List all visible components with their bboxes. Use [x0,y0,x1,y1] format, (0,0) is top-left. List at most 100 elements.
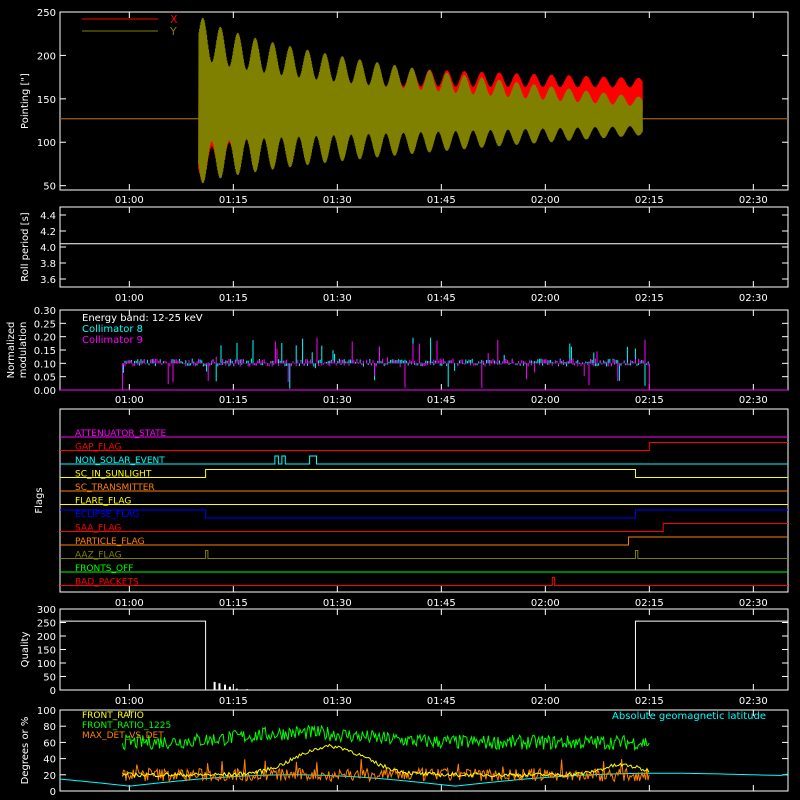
plot-frame [59,206,789,288]
modulation-legend-2: Collimator 9 [82,335,143,346]
modulation-legend-0: Energy band: 12-25 keV [82,313,203,324]
plot-frame [59,408,789,593]
front-legend-0: FRONT_RATIO [82,711,144,721]
x-tick-label: 02:30 [739,598,768,609]
flags-panel: 01:00 01:15 01:30 01:45 02:00 02:15 02:30 Flags… [34,408,789,609]
y-tick-label: 4.0 [40,243,56,254]
x-tick-label: 02:00 [531,293,560,304]
y-tick-label: 50 [43,673,56,684]
y-tick-label: 150 [37,646,56,657]
flag-saa-flag-line [60,523,788,532]
x-tick-label: 01:45 [427,696,456,707]
x-tick-label: 01:00 [115,293,144,304]
front-ratio-panel: 0 20 40 60 80 100 Degrees or % FRONT_RATIOFRONT… [20,706,789,798]
y-tick-label: 200 [37,51,56,62]
x-tick-label: 01:15 [219,598,248,609]
y-tick-label: 100 [37,659,56,670]
x-tick-label: 01:00 [115,598,144,609]
y-tick-label: 3.6 [40,275,56,286]
x-tick-label: 01:15 [219,696,248,707]
x-tick-label: 01:15 [219,195,248,206]
x-tick-label: 01:15 [219,395,248,406]
y-tick-label: 100 [37,706,56,717]
x-tick-label: 02:00 [531,696,560,707]
flag-gap-flag-line [60,442,788,451]
y-axis-label: Flags [34,487,45,513]
x-tick-label: 02:15 [635,598,664,609]
y-axis-label: Degrees or % [20,717,31,785]
front-legend-1: FRONT_RATIO_1225 [82,721,171,731]
x-tick-label: 02:00 [531,195,560,206]
flag-eclipse-flag-line [60,509,788,519]
y-tick-label: 100 [37,138,56,149]
x-tick-label: 02:00 [531,598,560,609]
y-tick-label: 200 [37,632,56,643]
y-tick-label: 0.00 [34,386,56,397]
roll-period-panel: 01:00 01:15 01:30 01:45 02:00 02:15 02:30 3.6 3.… [20,206,789,304]
front-ratio-1225-line [121,724,650,752]
y-axis-label: Quality [20,632,31,668]
flag-particle-flag-line [60,536,788,546]
x-tick-label: 02:15 [635,395,664,406]
x-tick-label: 01:30 [323,293,352,304]
y-tick-label: 20 [43,771,56,782]
flag-eclipse-flag-label: ECLIPSE_FLAG [75,510,139,520]
y-tick-label: 50 [43,182,56,193]
x-tick-label: 02:15 [635,293,664,304]
y-tick-label: 0.30 [34,306,56,317]
pointing-panel: 01:00 01:15 01:30 01:45 02:00 02:15 02:30 50 100… [20,8,789,206]
x-tick-label: 01:30 [323,395,352,406]
y-tick-label: 4.4 [40,211,56,222]
x-tick-label: 02:30 [739,293,768,304]
modulation-panel: 01:00 01:15 01:30 01:45 02:00 02:15 02:30 0.00 0… [6,306,789,406]
flag-non-solar-event-line [60,455,788,465]
x-tick-label: 01:45 [427,195,456,206]
front-legend-2: MAX_DET_VS_DET [82,731,164,741]
x-tick-label: 02:30 [739,696,768,707]
y-axis-label: modulation [18,322,29,379]
x-tick-label: 01:00 [115,696,144,707]
y-tick-label: 60 [43,738,56,749]
series-y-line [198,17,643,184]
y-tick-label: 80 [43,722,56,733]
y-tick-label: 0.05 [34,373,56,384]
y-tick-label: 0.10 [34,359,56,370]
x-tick-label: 02:15 [635,195,664,206]
quality-panel: 01:00 01:15 01:30 01:45 02:00 02:15 02:30 0 50 10… [20,605,789,707]
x-tick-label: 02:00 [531,395,560,406]
y-tick-label: 250 [37,8,56,19]
y-axis-label: Normalized [6,322,17,379]
x-tick-label: 02:15 [635,696,664,707]
x-tick-label: 01:30 [323,696,352,707]
x-tick-label: 01:30 [323,598,352,609]
y-tick-label: 0.15 [34,346,56,357]
legend-label-y: Y [169,25,177,38]
quality-line [60,620,788,691]
y-tick-label: 40 [43,755,56,766]
y-tick-label: 3.8 [40,259,56,270]
flag-aaz-flag-line [60,550,788,559]
flag-bad-packets-line [60,577,788,586]
y-tick-label: 250 [37,619,56,630]
y-tick-label: 0.20 [34,333,56,344]
x-tick-label: 01:00 [115,195,144,206]
x-tick-label: 02:30 [739,395,768,406]
x-tick-label: 01:45 [427,598,456,609]
figure: 01:00 01:15 01:30 01:45 02:00 02:15 02:30 50 100… [6,8,789,798]
x-tick-label: 01:15 [219,293,248,304]
x-tick-label: 01:45 [427,395,456,406]
x-tick-label: 01:45 [427,293,456,304]
x-tick-label: 01:30 [323,195,352,206]
y-tick-label: 300 [37,605,56,616]
geomagnetic-latitude-annotation: Absolute geomagnetic latitude [612,711,766,722]
y-tick-label: 0 [50,686,56,697]
modulation-legend-1: Collimator 8 [82,324,143,335]
y-axis-label: Pointing ["] [20,73,31,129]
y-tick-label: 0 [50,787,56,798]
flag-sc-in-sunlight-line [60,469,788,478]
y-tick-label: 0.25 [34,319,56,330]
x-tick-label: 01:00 [115,395,144,406]
y-tick-label: 4.2 [40,227,56,238]
y-axis-label: Roll period [s] [20,212,31,281]
y-tick-label: 150 [37,95,56,106]
